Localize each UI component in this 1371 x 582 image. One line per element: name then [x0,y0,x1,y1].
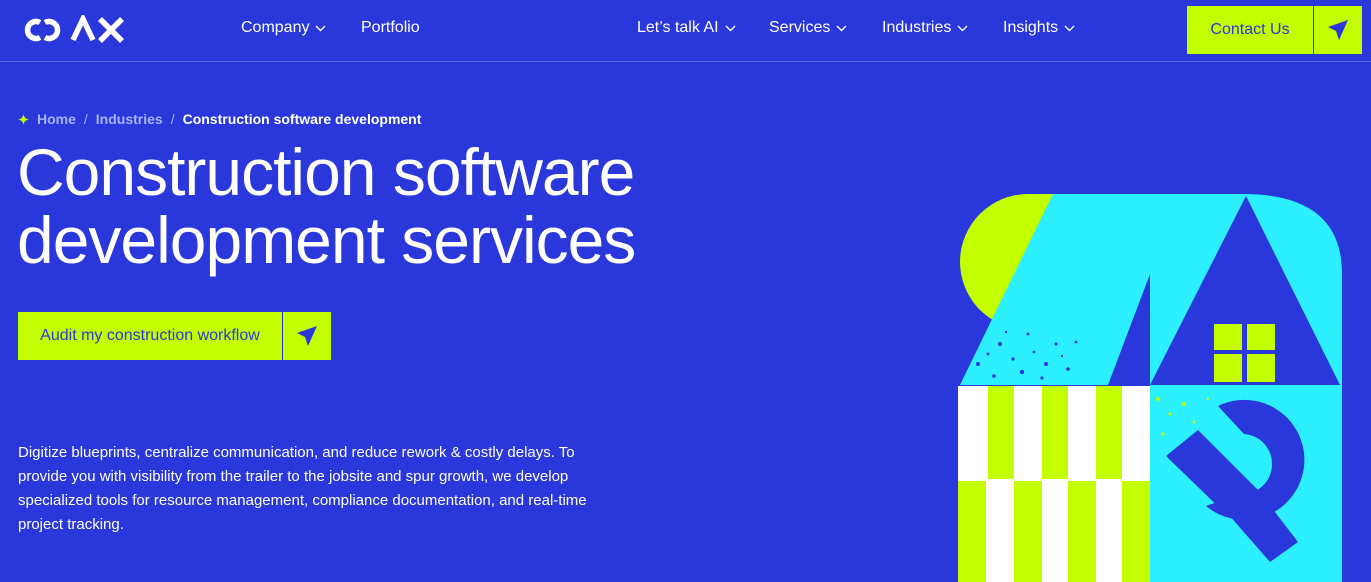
nav-services[interactable]: Services [769,19,847,37]
nav-portfolio[interactable]: Portfolio [361,19,420,37]
nav-services-label: Services [769,19,831,36]
nav-company[interactable]: Company [241,19,326,37]
breadcrumb-industries[interactable]: Industries [96,111,163,127]
audit-workflow-button[interactable]: Audit my construction workflow [18,312,331,360]
sparkle-icon [18,113,29,125]
chevron-down-icon [957,25,968,31]
breadcrumb: Home / Industries / Construction softwar… [18,111,421,127]
breadcrumb-current: Construction software development [182,111,422,127]
top-navigation: Company Portfolio Let’s talk AI Services… [0,0,1371,62]
nav-industries-label: Industries [882,19,952,36]
breadcrumb-separator: / [83,111,88,127]
hero-description: Digitize blueprints, centralize communic… [18,444,587,533]
paper-plane-arrow-icon [297,326,317,346]
nav-lets-talk-ai[interactable]: Let’s talk AI [637,19,736,37]
page-title-line-2: development services [17,203,636,277]
nav-insights[interactable]: Insights [1003,19,1075,37]
paper-plane-arrow-icon [1328,20,1348,40]
audit-workflow-label: Audit my construction workflow [18,312,283,360]
chevron-down-icon [1064,25,1075,31]
nav-company-label: Company [241,19,310,36]
page-title-line-1: Construction software [17,135,635,209]
coax-logo[interactable] [18,15,126,45]
contact-arrow [1314,6,1362,54]
nav-insights-label: Insights [1003,19,1059,36]
breadcrumb-home[interactable]: Home [37,111,76,127]
contact-us-button[interactable]: Contact Us [1187,6,1362,54]
nav-industries[interactable]: Industries [882,19,968,37]
chevron-down-icon [725,25,736,31]
breadcrumb-separator: / [170,111,175,127]
audit-workflow-arrow [283,312,331,360]
chevron-down-icon [315,25,326,31]
construction-house-illustration [958,194,1342,582]
chevron-down-icon [836,25,847,31]
nav-lets-talk-ai-label: Let’s talk AI [637,19,719,36]
page-title: Construction software development servic… [17,138,797,274]
nav-portfolio-label: Portfolio [361,19,420,36]
contact-us-label: Contact Us [1187,6,1314,54]
